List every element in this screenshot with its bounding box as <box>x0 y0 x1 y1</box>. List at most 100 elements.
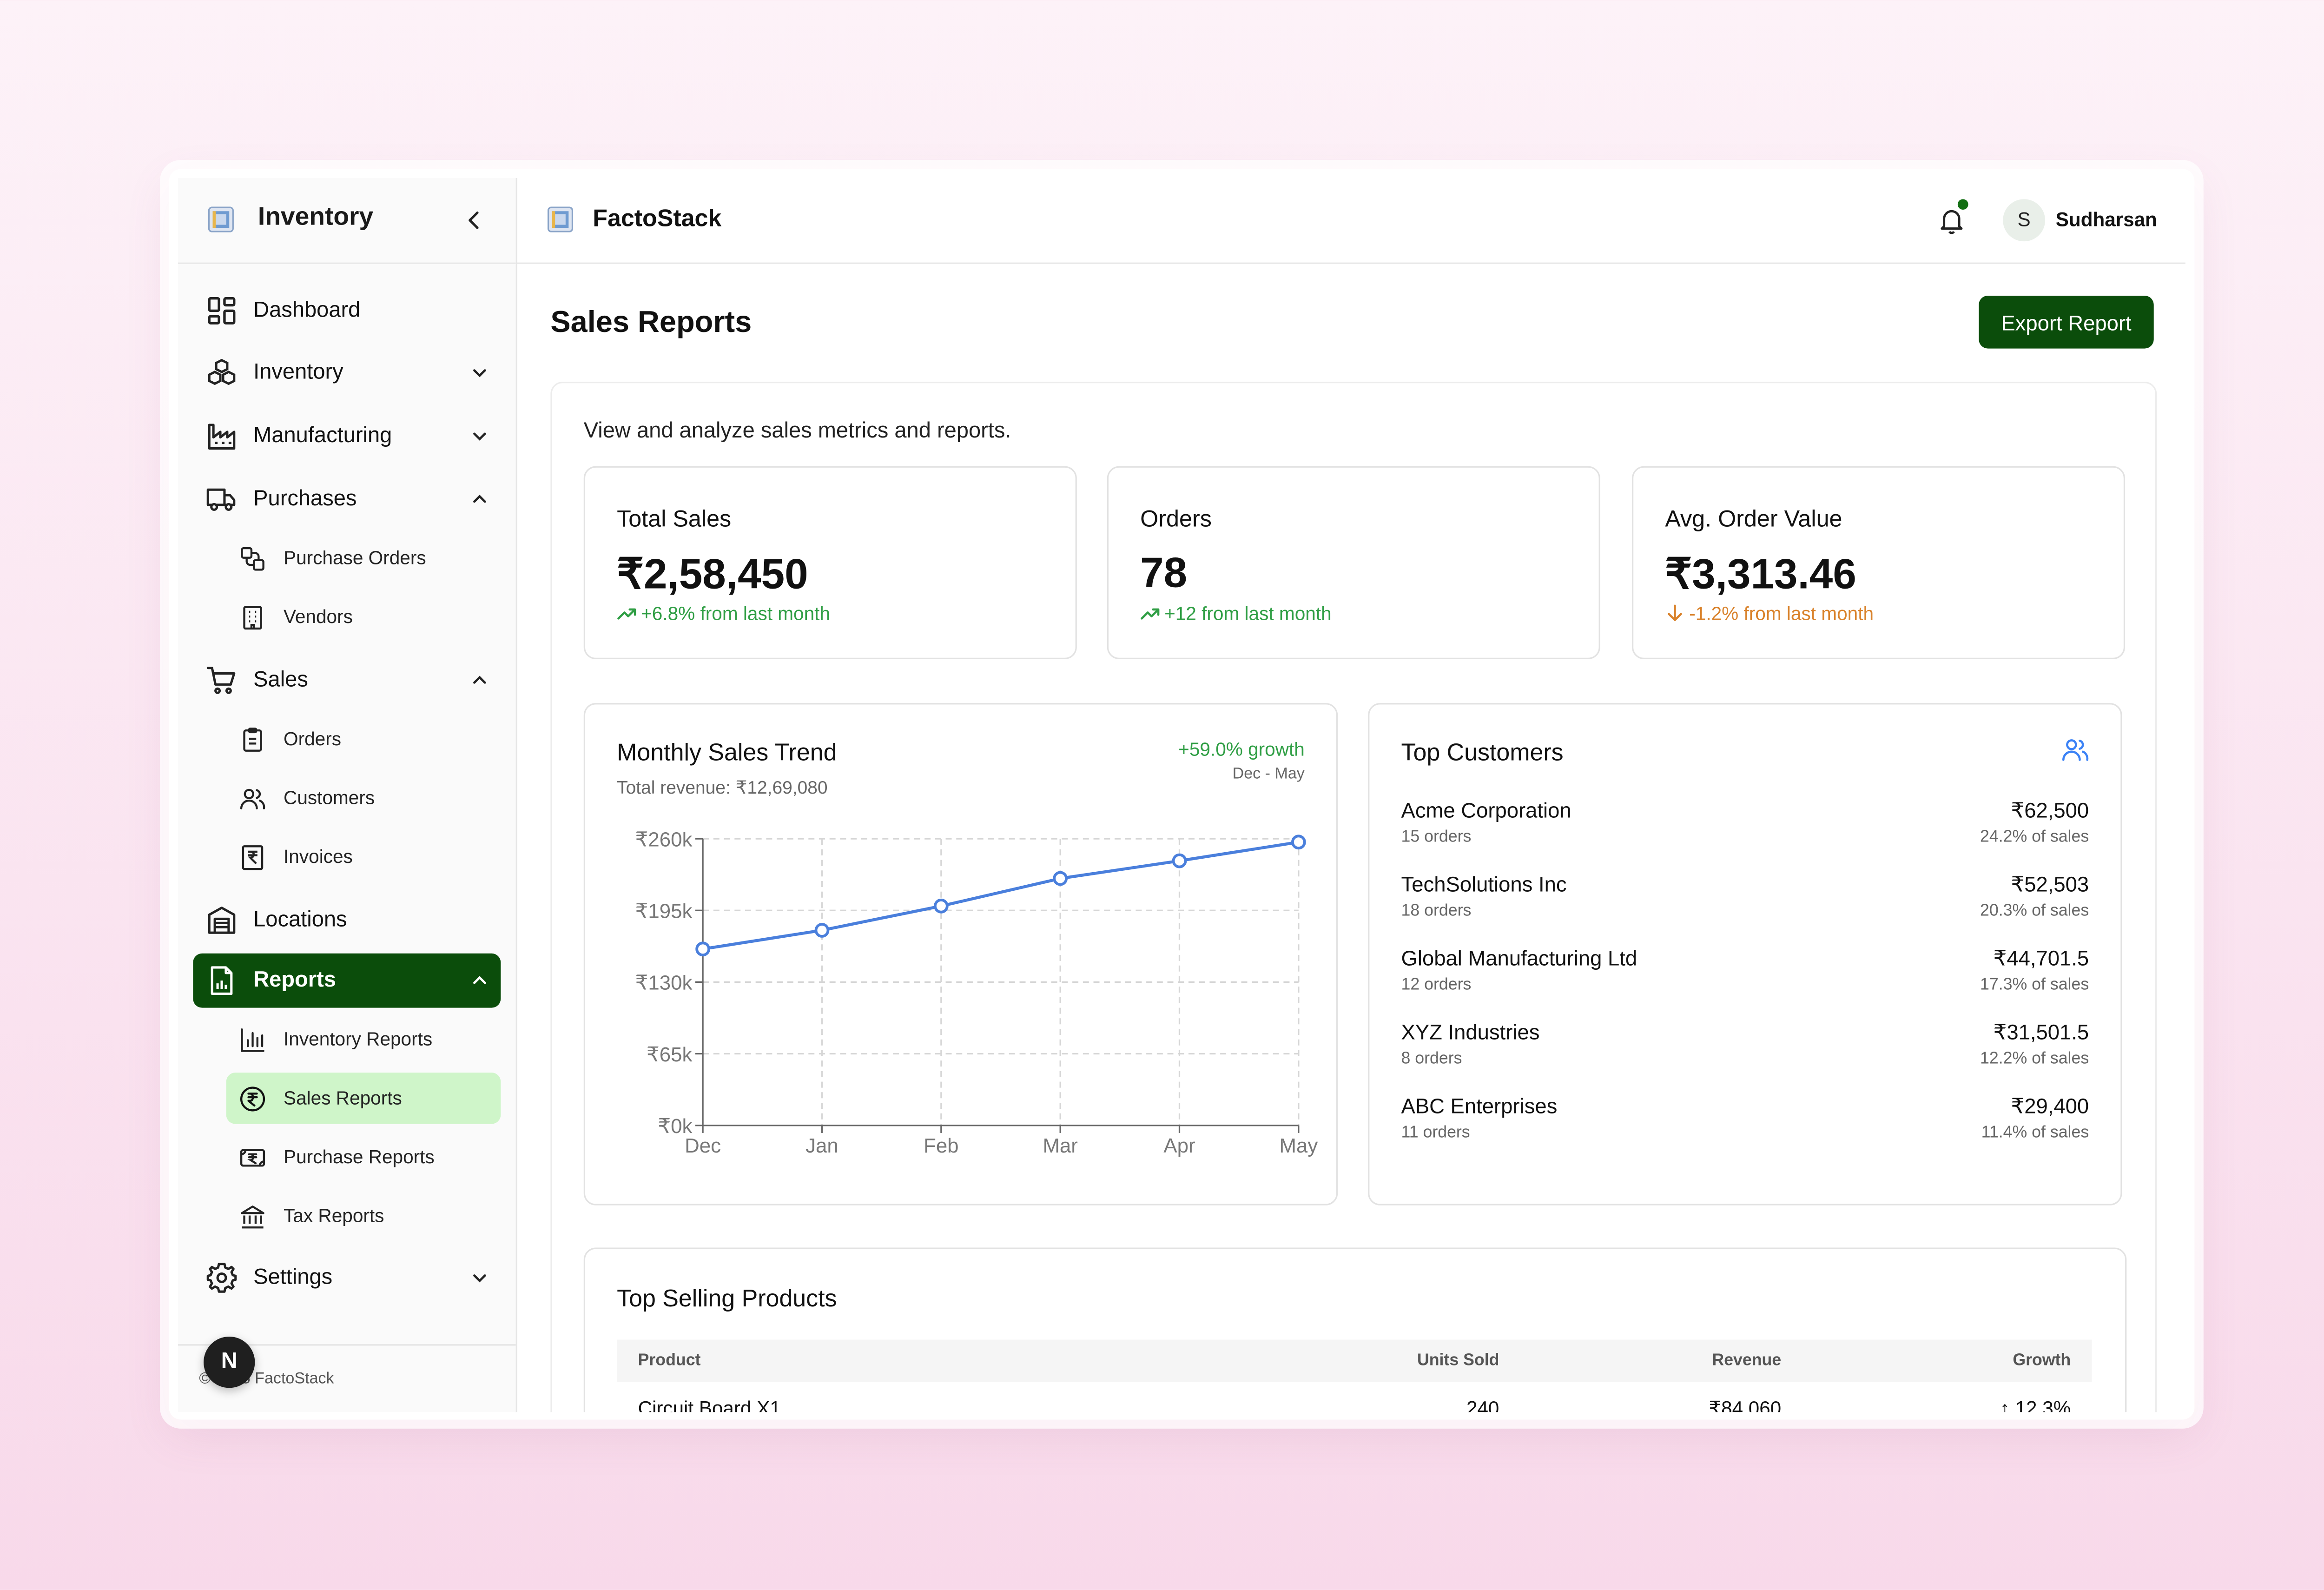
customer-orders: 8 orders <box>1401 1050 1462 1068</box>
y-tick-label: ₹65k <box>647 1043 693 1066</box>
y-tick-label: ₹195k <box>635 900 693 923</box>
customer-row[interactable]: TechSolutions Inc 18 orders ₹52,503 20.3… <box>1401 872 2089 941</box>
stat-change-text: +12 from last month <box>1164 603 1332 625</box>
sidebar-footer: © 2025 FactoStack N <box>178 1336 516 1412</box>
sidebar-item-label: Purchases <box>253 487 357 512</box>
stat-value: ₹2,58,450 <box>617 550 808 597</box>
customer-name: ABC Enterprises <box>1401 1093 1558 1118</box>
stat-change: +6.8% from last month <box>617 603 830 624</box>
monthly-sales-trend-card: Monthly Sales Trend Total revenue: ₹12,6… <box>583 703 1338 1206</box>
arrow-up-icon: ↑ <box>2000 1397 2015 1412</box>
product-name: Circuit Board X1 <box>638 1397 781 1412</box>
report-icon <box>211 966 233 995</box>
stat-label: Orders <box>1140 507 1212 533</box>
revenue: ₹84,060 <box>1709 1397 1782 1412</box>
sidebar-subitem-label: Inventory Reports <box>284 1029 433 1050</box>
sidebar-item-label: Manufacturing <box>253 424 392 448</box>
customer-row[interactable]: Acme Corporation 15 orders ₹62,500 24.2%… <box>1401 798 2089 868</box>
rupee-circle-icon <box>240 1086 265 1112</box>
customer-name: XYZ Industries <box>1401 1020 1540 1044</box>
avatar[interactable]: S <box>2003 199 2046 242</box>
sidebar-item-purchases[interactable]: Purchases <box>193 472 501 527</box>
customer-orders: 18 orders <box>1401 902 1472 921</box>
export-report-button[interactable]: Export Report <box>1979 296 2154 349</box>
sidebar-subitem-label: Invoices <box>284 846 353 868</box>
purchase-orders-icon <box>241 547 264 571</box>
customer-share: 12.2% of sales <box>1980 1050 2089 1068</box>
app-logo-icon <box>208 206 234 232</box>
sidebar-item-label: Inventory <box>253 360 343 385</box>
sidebar-item-sales-reports[interactable]: Sales Reports <box>226 1073 501 1124</box>
growth-value: 12.3% <box>2015 1397 2071 1412</box>
growth: ↑ 12.3% <box>2000 1397 2071 1412</box>
sidebar-title: Inventory <box>257 202 374 231</box>
sidebar-item-orders[interactable]: Orders <box>226 714 501 765</box>
sidebar-item-customers[interactable]: Customers <box>226 772 501 823</box>
sidebar-item-sales[interactable]: Sales <box>193 653 501 708</box>
chevron-down-icon <box>473 369 486 378</box>
app-window: Inventory Dashboard Inventory Manufactur… <box>169 169 2195 1420</box>
customer-share: 24.2% of sales <box>1980 828 2089 847</box>
boxes-icon <box>208 358 236 385</box>
sidebar-header: Inventory <box>178 178 516 264</box>
sidebar-item-label: Reports <box>253 968 336 993</box>
data-point <box>1053 871 1068 886</box>
sidebar-subitem-label: Vendors <box>284 606 353 628</box>
sidebar-item-settings[interactable]: Settings <box>193 1251 501 1305</box>
top-selling-products-card: Top Selling Products Product Units Sold … <box>583 1247 2127 1412</box>
landmark-icon <box>241 1205 264 1229</box>
sidebar-item-tax-reports[interactable]: Tax Reports <box>226 1190 501 1241</box>
brand-logo-icon <box>547 206 574 232</box>
chevron-down-icon <box>473 1274 486 1283</box>
customer-orders: 15 orders <box>1401 828 1472 847</box>
customer-row[interactable]: ABC Enterprises 11 orders ₹29,400 11.4% … <box>1401 1094 2089 1163</box>
sidebar-item-reports[interactable]: Reports <box>193 953 501 1008</box>
stat-change: -1.2% from last month <box>1665 603 1874 624</box>
users-icon <box>240 788 265 809</box>
sidebar-item-invoices[interactable]: Invoices <box>226 831 501 882</box>
sidebar-item-inventory-reports[interactable]: Inventory Reports <box>226 1014 501 1065</box>
sidebar: Inventory Dashboard Inventory Manufactur… <box>178 178 518 1412</box>
customer-name: Global Manufacturing Ltd <box>1401 946 1637 970</box>
customer-row[interactable]: Global Manufacturing Ltd 12 orders ₹44,7… <box>1401 946 2089 1015</box>
sidebar-item-label: Locations <box>253 908 347 933</box>
customer-row[interactable]: XYZ Industries 8 orders ₹31,501.5 12.2% … <box>1401 1020 2089 1089</box>
sidebar-subitem-label: Customers <box>284 787 375 809</box>
sidebar-item-inventory[interactable]: Inventory <box>193 345 501 400</box>
customer-name: Acme Corporation <box>1401 798 1571 822</box>
users-icon[interactable] <box>2060 735 2091 765</box>
stat-card-orders: Orders 78 +12 from last month <box>1107 466 1600 660</box>
sidebar-item-vendors[interactable]: Vendors <box>226 591 501 643</box>
x-tick-label: Mar <box>1043 1134 1077 1157</box>
page-description: View and analyze sales metrics and repor… <box>583 419 1011 444</box>
card-title: Top Selling Products <box>617 1286 837 1313</box>
truck-icon <box>206 488 236 511</box>
sidebar-subitem-label: Orders <box>284 729 342 750</box>
sidebar-item-locations[interactable]: Locations <box>193 893 501 947</box>
sidebar-item-purchase-orders[interactable]: Purchase Orders <box>226 532 501 583</box>
clipboard-icon <box>243 728 262 752</box>
y-tick-label: ₹260k <box>635 828 693 851</box>
table-row[interactable]: Circuit Board X1 240 ₹84,060 ↑ 12.3% <box>617 1382 2092 1412</box>
customer-revenue: ₹31,501.5 <box>1993 1020 2089 1044</box>
page-title: Sales Reports <box>550 306 752 340</box>
factory-icon <box>208 424 236 450</box>
username[interactable]: Sudharsan <box>2056 208 2157 231</box>
sidebar-item-manufacturing[interactable]: Manufacturing <box>193 409 501 463</box>
sidebar-item-dashboard[interactable]: Dashboard <box>193 284 501 338</box>
dev-badge-button[interactable]: N <box>204 1336 255 1388</box>
sidebar-item-purchase-reports[interactable]: Purchase Reports <box>226 1132 501 1183</box>
stat-value: ₹3,313.46 <box>1665 550 1856 597</box>
column-header-growth: Growth <box>2013 1352 2071 1370</box>
notification-dot <box>1957 199 1968 210</box>
sidebar-item-label: Sales <box>253 668 308 693</box>
sidebar-subitem-label: Sales Reports <box>284 1087 402 1109</box>
stat-card-avg-order-value: Avg. Order Value ₹3,313.46 -1.2% from la… <box>1631 466 2126 660</box>
top-customers-card: Top Customers Acme Corporation 15 orders… <box>1368 703 2122 1206</box>
data-point <box>1291 835 1306 850</box>
data-point <box>933 898 949 914</box>
collapse-sidebar-button[interactable] <box>458 205 489 235</box>
units-sold: 240 <box>1466 1397 1499 1412</box>
stat-label: Total Sales <box>617 507 732 533</box>
chevron-up-icon <box>473 976 486 984</box>
